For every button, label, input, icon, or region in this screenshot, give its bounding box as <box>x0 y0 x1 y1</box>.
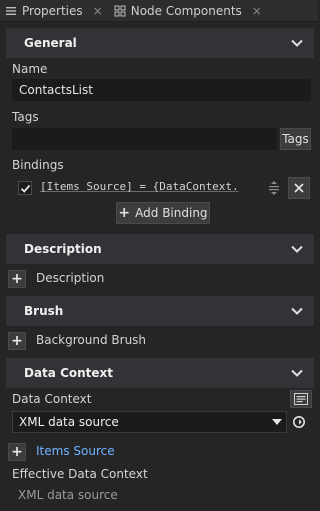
add-description-button[interactable]: + <box>8 270 26 288</box>
panel-tab-bar: Properties × Node Components × <box>0 0 318 22</box>
add-binding-label: Add Binding <box>135 206 208 220</box>
section-header-brush[interactable]: Brush <box>6 296 314 326</box>
data-context-dropdown[interactable]: XML data source <box>12 411 287 433</box>
plus-icon: + <box>11 271 23 287</box>
section-header-general[interactable]: General <box>6 28 314 58</box>
tab-label: Properties <box>22 3 83 18</box>
drag-handle-icon[interactable] <box>266 180 282 196</box>
name-label: Name <box>12 62 48 76</box>
section-title: Data Context <box>24 366 114 380</box>
section-title: Brush <box>24 304 64 318</box>
reset-icon[interactable] <box>292 415 306 429</box>
dropdown-value: XML data source <box>19 415 119 429</box>
remove-binding-button[interactable] <box>288 177 310 199</box>
plus-icon: + <box>11 333 23 349</box>
chevron-down-icon <box>291 245 303 253</box>
check-icon <box>20 184 30 193</box>
list-icon <box>4 4 18 18</box>
tab-node-components[interactable]: Node Components × <box>109 0 268 21</box>
section-title: Description <box>24 242 102 256</box>
plus-icon: + <box>118 205 131 221</box>
chevron-down-icon <box>291 307 303 315</box>
description-label: Description <box>36 271 105 285</box>
items-source-link[interactable]: Items Source <box>36 444 115 458</box>
add-background-brush-button[interactable]: + <box>8 332 26 350</box>
chevron-down-icon <box>291 39 303 47</box>
close-icon[interactable]: × <box>252 4 262 18</box>
data-context-editor-button[interactable] <box>290 390 312 408</box>
tab-label: Node Components <box>130 3 242 18</box>
effective-data-context-label: Effective Data Context <box>12 467 148 481</box>
background-brush-label: Background Brush <box>36 333 147 347</box>
tags-button[interactable]: Tags <box>280 128 311 150</box>
data-context-label: Data Context <box>12 392 92 406</box>
binding-expression[interactable]: [Items Source] = {DataContext. <box>40 180 262 196</box>
close-icon <box>294 183 304 193</box>
tab-properties[interactable]: Properties × <box>0 0 109 21</box>
close-icon[interactable]: × <box>93 4 103 18</box>
bindings-label: Bindings <box>12 158 64 172</box>
plus-icon: + <box>11 444 23 460</box>
tags-label: Tags <box>12 110 39 124</box>
dropdown-arrow-icon <box>272 419 282 425</box>
section-header-data-context[interactable]: Data Context <box>6 358 314 388</box>
add-binding-button[interactable]: + Add Binding <box>116 202 210 224</box>
components-icon <box>113 4 127 18</box>
section-title: General <box>24 36 77 50</box>
binding-enabled-checkbox[interactable] <box>18 181 32 195</box>
add-items-source-button[interactable]: + <box>8 443 26 461</box>
tags-field[interactable] <box>12 128 277 150</box>
effective-data-context-value: XML data source <box>18 488 118 502</box>
section-header-description[interactable]: Description <box>6 234 314 264</box>
editor-icon <box>294 393 308 405</box>
chevron-down-icon <box>291 369 303 377</box>
name-field[interactable]: ContactsList <box>12 79 311 101</box>
